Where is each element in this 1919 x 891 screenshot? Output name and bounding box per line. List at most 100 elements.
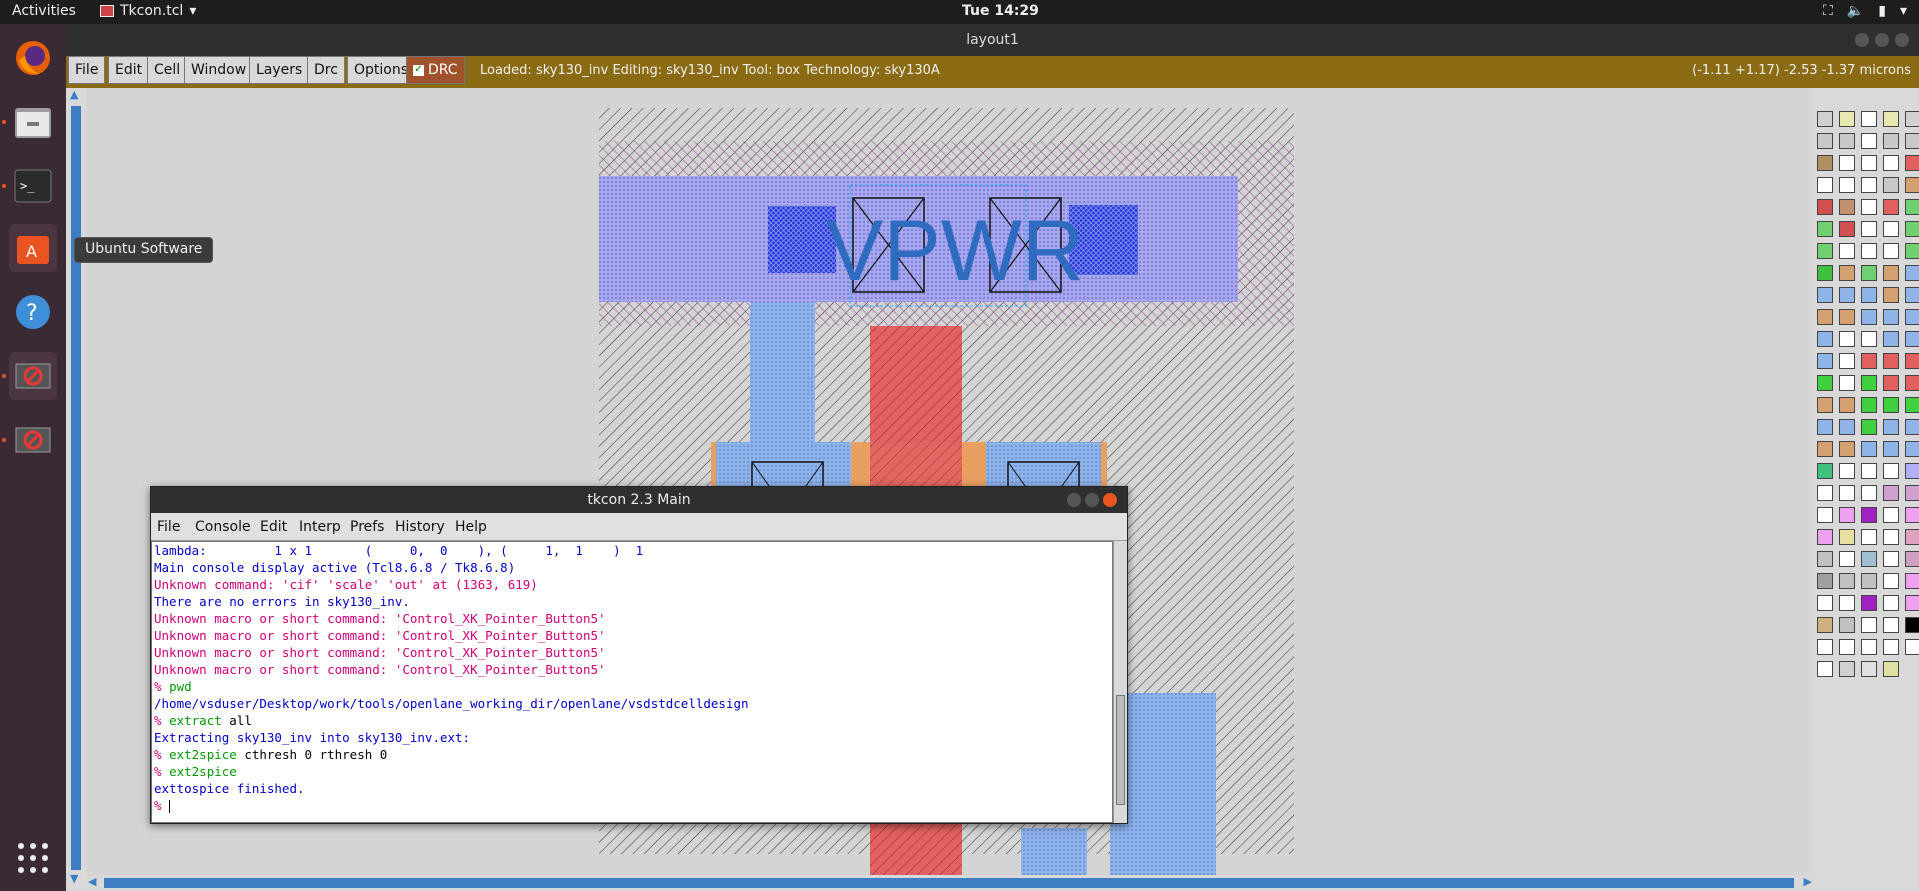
layer-swatch[interactable]: [1861, 463, 1877, 479]
layer-swatch[interactable]: [1883, 199, 1899, 215]
layer-swatch[interactable]: [1883, 463, 1899, 479]
layer-swatch[interactable]: [1817, 353, 1833, 369]
layer-swatch[interactable]: [1861, 639, 1877, 655]
menu-window[interactable]: Window: [184, 56, 254, 84]
layer-swatch[interactable]: [1905, 287, 1919, 303]
app-grid-icon[interactable]: [9, 834, 57, 882]
scrollbar-track[interactable]: [71, 106, 81, 870]
layer-swatch[interactable]: [1817, 111, 1833, 127]
tkcon-menu-file[interactable]: File: [157, 519, 180, 535]
layer-swatch[interactable]: [1883, 375, 1899, 391]
ubuntu-software-icon[interactable]: A: [9, 224, 57, 272]
layer-swatch[interactable]: [1905, 309, 1919, 325]
layer-swatch[interactable]: [1839, 243, 1855, 259]
layer-swatch[interactable]: [1883, 529, 1899, 545]
layer-swatch[interactable]: [1817, 287, 1833, 303]
layer-swatch[interactable]: [1883, 353, 1899, 369]
layer-swatch[interactable]: [1861, 155, 1877, 171]
layer-swatch[interactable]: [1905, 221, 1919, 237]
app-menu[interactable]: Tkcon.tcl ▾: [100, 3, 196, 19]
layer-swatch[interactable]: [1839, 573, 1855, 589]
layer-swatch[interactable]: [1905, 155, 1919, 171]
layer-swatch[interactable]: [1883, 155, 1899, 171]
layer-swatch[interactable]: [1861, 595, 1877, 611]
layer-swatch[interactable]: [1861, 331, 1877, 347]
layer-swatch[interactable]: [1861, 287, 1877, 303]
layer-swatch[interactable]: [1861, 177, 1877, 193]
layer-swatch[interactable]: [1883, 397, 1899, 413]
layer-swatch[interactable]: [1861, 507, 1877, 523]
layer-swatch[interactable]: [1839, 507, 1855, 523]
layer-swatch[interactable]: [1839, 331, 1855, 347]
tkcon-menu-console[interactable]: Console: [195, 519, 251, 535]
scrollbar-track[interactable]: [104, 878, 1794, 888]
layer-swatch[interactable]: [1883, 287, 1899, 303]
maximize-button[interactable]: [1085, 493, 1099, 507]
vertical-scrollbar[interactable]: ▲ ▼: [68, 88, 84, 888]
layer-swatch[interactable]: [1883, 111, 1899, 127]
layer-swatch[interactable]: [1839, 309, 1855, 325]
layer-swatch[interactable]: [1817, 199, 1833, 215]
layer-swatch[interactable]: [1839, 287, 1855, 303]
layer-swatch[interactable]: [1839, 639, 1855, 655]
layer-swatch[interactable]: [1839, 441, 1855, 457]
layer-swatch[interactable]: [1861, 221, 1877, 237]
layer-swatch[interactable]: [1839, 595, 1855, 611]
layer-swatch[interactable]: [1883, 177, 1899, 193]
layer-swatch[interactable]: [1905, 573, 1919, 589]
layer-swatch[interactable]: [1839, 265, 1855, 281]
layer-swatch[interactable]: [1883, 617, 1899, 633]
firefox-icon[interactable]: [9, 34, 57, 82]
layer-swatch[interactable]: [1883, 639, 1899, 655]
tkcon-menu-edit[interactable]: Edit: [260, 519, 287, 535]
layer-swatch[interactable]: [1839, 617, 1855, 633]
layer-swatch[interactable]: [1817, 463, 1833, 479]
layer-swatch[interactable]: [1905, 177, 1919, 193]
layer-swatch[interactable]: [1839, 397, 1855, 413]
layer-swatch[interactable]: [1905, 133, 1919, 149]
layer-swatch[interactable]: [1861, 397, 1877, 413]
layer-swatch[interactable]: [1905, 529, 1919, 545]
maximize-button[interactable]: [1875, 33, 1889, 47]
layer-swatch[interactable]: [1861, 375, 1877, 391]
activities-button[interactable]: Activities: [12, 3, 76, 19]
tkcon-menu-interp[interactable]: Interp: [299, 519, 341, 535]
layer-swatch[interactable]: [1905, 507, 1919, 523]
layer-swatch[interactable]: [1883, 265, 1899, 281]
scrollbar-thumb[interactable]: [1116, 695, 1125, 805]
layer-swatch[interactable]: [1839, 111, 1855, 127]
layer-swatch[interactable]: [1861, 573, 1877, 589]
layer-swatch[interactable]: [1905, 199, 1919, 215]
layer-swatch[interactable]: [1839, 661, 1855, 677]
layer-swatch[interactable]: [1883, 221, 1899, 237]
menu-options[interactable]: Options: [347, 56, 416, 84]
layer-swatch[interactable]: [1883, 419, 1899, 435]
layer-swatch[interactable]: [1883, 309, 1899, 325]
layer-swatch[interactable]: [1905, 331, 1919, 347]
layer-swatch[interactable]: [1883, 573, 1899, 589]
arrow-right-icon[interactable]: ▶: [1804, 875, 1812, 888]
close-button[interactable]: [1103, 493, 1117, 507]
layer-swatch[interactable]: [1905, 243, 1919, 259]
layer-swatch[interactable]: [1839, 177, 1855, 193]
arrow-up-icon[interactable]: ▲: [70, 88, 78, 101]
console-scrollbar[interactable]: [1113, 541, 1127, 823]
layer-swatch[interactable]: [1839, 375, 1855, 391]
layer-swatch[interactable]: [1817, 155, 1833, 171]
layer-swatch[interactable]: [1839, 353, 1855, 369]
minimize-button[interactable]: [1855, 33, 1869, 47]
layer-swatch[interactable]: [1839, 221, 1855, 237]
layer-swatch[interactable]: [1883, 595, 1899, 611]
menu-edit[interactable]: Edit: [108, 56, 150, 84]
layer-swatch[interactable]: [1905, 353, 1919, 369]
layer-swatch[interactable]: [1905, 639, 1919, 655]
layer-swatch[interactable]: [1839, 155, 1855, 171]
layer-swatch[interactable]: [1905, 397, 1919, 413]
layer-swatch[interactable]: [1905, 595, 1919, 611]
layer-swatch[interactable]: [1817, 595, 1833, 611]
layer-swatch[interactable]: [1839, 529, 1855, 545]
layer-swatch[interactable]: [1817, 419, 1833, 435]
layer-swatch[interactable]: [1883, 551, 1899, 567]
layer-swatch[interactable]: [1817, 573, 1833, 589]
close-button[interactable]: [1895, 33, 1909, 47]
